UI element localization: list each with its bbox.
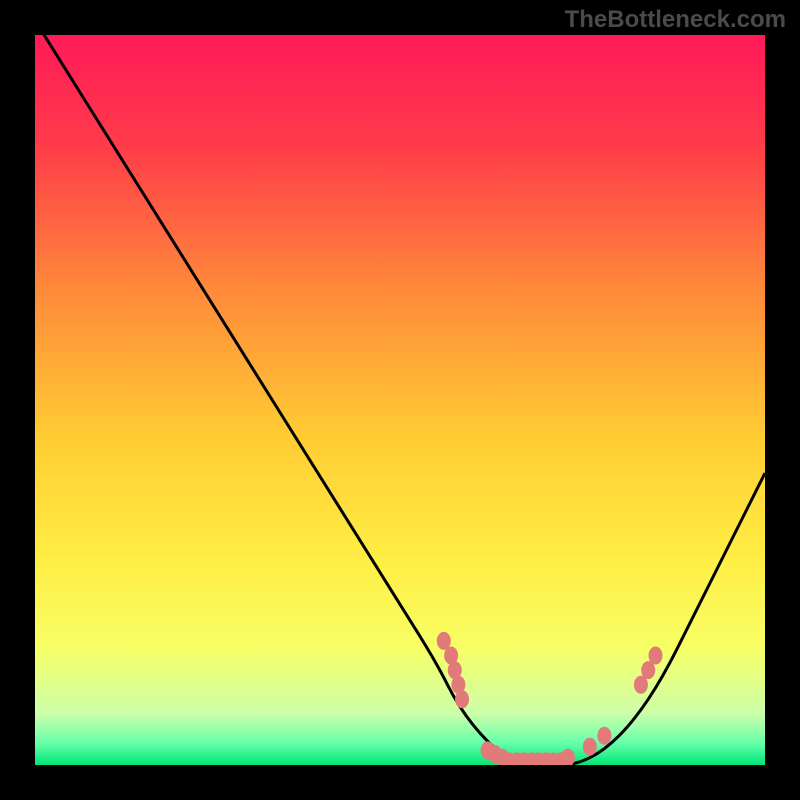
gradient-background — [35, 35, 765, 765]
chart-plot-area — [35, 35, 765, 765]
watermark-text: TheBottleneck.com — [565, 6, 786, 34]
